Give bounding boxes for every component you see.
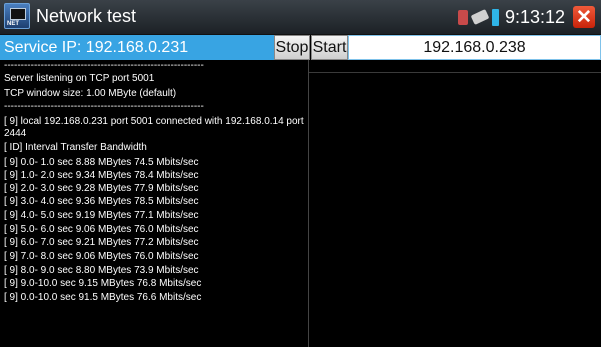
log-line: [ 9] 7.0- 8.0 sec 9.06 MBytes 76.0 Mbits… bbox=[4, 251, 199, 262]
start-button[interactable]: Start bbox=[311, 35, 348, 60]
close-icon[interactable]: ✕ bbox=[573, 6, 595, 28]
log-line: TCP window size: 1.00 MByte (default) bbox=[4, 88, 177, 99]
log-line: [ 9] 2.0- 3.0 sec 9.28 MBytes 77.9 Mbits… bbox=[4, 183, 199, 194]
clock: 9:13:12 bbox=[504, 6, 565, 27]
log-line: [ 9] 0.0-10.0 sec 91.5 MBytes 76.6 Mbits… bbox=[4, 292, 202, 303]
log-line: [ 9] local 192.168.0.231 port 5001 conne… bbox=[4, 116, 304, 139]
network-test-app-icon: NET bbox=[4, 3, 30, 29]
log-line: [ 9] 9.0-10.0 sec 9.15 MBytes 76.8 Mbits… bbox=[4, 278, 202, 289]
stop-button[interactable]: Stop bbox=[274, 35, 310, 60]
log-line: Server listening on TCP port 5001 bbox=[4, 73, 155, 84]
log-line: [ 9] 1.0- 2.0 sec 9.34 MBytes 78.4 Mbits… bbox=[4, 170, 199, 181]
app-title: Network test bbox=[36, 6, 137, 26]
usb-icon bbox=[470, 9, 490, 25]
log-line: [ 9] 8.0- 9.0 sec 8.80 MBytes 73.9 Mbits… bbox=[4, 265, 199, 276]
title-bar: NET Network test 9:13:12 ✕ bbox=[0, 0, 601, 35]
secondary-output-panel bbox=[309, 60, 601, 347]
panel-rule bbox=[309, 72, 601, 73]
sim-card-icon bbox=[457, 9, 468, 25]
log-line: [ 9] 0.0- 1.0 sec 8.88 MBytes 74.5 Mbits… bbox=[4, 157, 199, 168]
status-area: 9:13:12 ✕ bbox=[457, 4, 595, 30]
battery-icon bbox=[491, 8, 499, 26]
log-line: [ 9] 3.0- 4.0 sec 9.36 MBytes 78.5 Mbits… bbox=[4, 196, 199, 207]
app-icon-badge: NET bbox=[7, 21, 19, 27]
log-line: [ 9] 6.0- 7.0 sec 9.21 MBytes 77.2 Mbits… bbox=[4, 237, 199, 248]
log-line: [ 9] 5.0- 6.0 sec 9.06 MBytes 76.0 Mbits… bbox=[4, 224, 199, 235]
service-ip-label: Service IP: 192.168.0.231 bbox=[0, 35, 274, 60]
log-separator-top: ----------------------------------------… bbox=[4, 60, 204, 71]
output-log-panel: ----------------------------------------… bbox=[0, 60, 308, 347]
log-header: [ ID] Interval Transfer Bandwidth bbox=[4, 142, 147, 153]
target-ip-input[interactable] bbox=[348, 35, 601, 60]
log-separator-mid: ----------------------------------------… bbox=[4, 101, 204, 112]
log-line: [ 9] 4.0- 5.0 sec 9.19 MBytes 77.1 Mbits… bbox=[4, 210, 199, 221]
